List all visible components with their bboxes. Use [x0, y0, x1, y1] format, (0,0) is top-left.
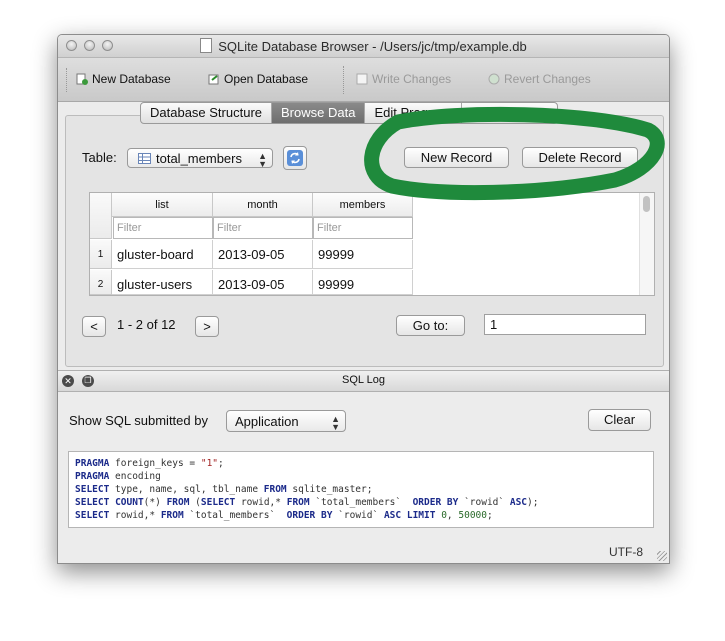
- open-database-icon: [208, 74, 219, 85]
- refresh-button[interactable]: [283, 146, 307, 170]
- table-select[interactable]: total_members ▲ ▼: [127, 148, 273, 169]
- tab-browse-data[interactable]: Browse Data: [272, 103, 366, 123]
- toolbar-separator: [343, 66, 345, 94]
- open-database-button[interactable]: Open Database: [208, 72, 308, 86]
- sql-log-line: SELECT type, name, sql, tbl_name FROM sq…: [75, 484, 373, 495]
- scrollbar-thumb[interactable]: [643, 196, 650, 212]
- table-cell[interactable]: 99999: [313, 240, 413, 269]
- table-cell[interactable]: 2013-09-05: [213, 270, 313, 295]
- column-header-month[interactable]: month: [213, 193, 313, 217]
- filter-input-month[interactable]: Filter: [213, 217, 313, 239]
- title-bar: SQLite Database Browser - /Users/jc/tmp/…: [58, 35, 669, 58]
- previous-page-button[interactable]: <: [82, 316, 106, 337]
- resize-grip[interactable]: [657, 551, 667, 561]
- filter-input-members[interactable]: Filter: [313, 217, 413, 239]
- chevron-down-icon: ▼: [331, 422, 340, 432]
- sql-log-line: SELECT rowid,* FROM `total_members` ORDE…: [75, 510, 493, 521]
- encoding-status: UTF-8: [609, 545, 643, 559]
- sql-log-title: SQL Log: [341, 374, 385, 386]
- sql-log-titlebar: ✕ ❐ SQL Log: [58, 370, 669, 392]
- show-sql-label: Show SQL submitted by: [69, 413, 208, 428]
- document-icon: [200, 38, 213, 53]
- sql-log-line: PRAGMA encoding: [75, 471, 161, 482]
- row-number[interactable]: 1: [90, 240, 112, 269]
- goto-button[interactable]: Go to:: [396, 315, 465, 336]
- clear-button[interactable]: Clear: [588, 409, 651, 431]
- tab-edit-pragmas[interactable]: Edit Pragmas: [365, 103, 463, 123]
- write-changes-icon: [356, 73, 368, 85]
- table-cell[interactable]: gluster-board: [112, 240, 213, 269]
- app-window: SQLite Database Browser - /Users/jc/tmp/…: [57, 34, 670, 564]
- tab-bar: Database Structure Browse Data Edit Pragma…: [140, 102, 559, 124]
- table-cell[interactable]: 2013-09-05: [213, 240, 313, 269]
- toolbar: New Database Open Database Write Changes…: [58, 58, 669, 102]
- page-info: 1 - 2 of 12: [117, 317, 176, 332]
- revert-changes-icon: [488, 73, 500, 85]
- vertical-scrollbar[interactable]: [639, 193, 654, 295]
- column-header-list[interactable]: list: [112, 193, 213, 217]
- tab-database-structure[interactable]: Database Structure: [141, 103, 273, 123]
- revert-changes-button[interactable]: Revert Changes: [488, 72, 591, 86]
- grid-corner: [90, 193, 112, 239]
- new-database-button[interactable]: New Database: [76, 72, 171, 86]
- goto-input[interactable]: 1: [484, 314, 646, 335]
- window-title: SQLite Database Browser - /Users/jc/tmp/…: [218, 39, 527, 54]
- sql-log-output[interactable]: PRAGMA foreign_keys = "1"; PRAGMA encodin…: [68, 451, 654, 528]
- sql-log-line: SELECT COUNT(*) FROM (SELECT rowid,* FRO…: [75, 497, 539, 508]
- row-number[interactable]: 2: [90, 270, 112, 295]
- new-record-button[interactable]: New Record: [404, 147, 509, 168]
- refresh-icon: [287, 150, 303, 166]
- browse-data-panel: Table: total_members ▲ ▼ New Record Dele…: [65, 115, 664, 367]
- column-header-members[interactable]: members: [313, 193, 413, 217]
- data-grid: list month members Filter Filter Filter …: [89, 192, 655, 296]
- sql-log-line: PRAGMA foreign_keys = "1";: [75, 458, 224, 469]
- table-cell[interactable]: 99999: [313, 270, 413, 295]
- next-page-button[interactable]: >: [195, 316, 219, 337]
- new-database-icon: [76, 73, 88, 85]
- chevron-down-icon: ▼: [258, 159, 267, 169]
- write-changes-button[interactable]: Write Changes: [356, 72, 451, 86]
- table-cell[interactable]: gluster-users: [112, 270, 213, 295]
- tab-execute-sql[interactable]: Execute SQL: [462, 103, 557, 123]
- table-icon: [138, 153, 151, 164]
- toolbar-grip: [66, 68, 69, 92]
- sql-source-select[interactable]: Application ▲ ▼: [226, 410, 346, 432]
- table-label: Table:: [82, 150, 117, 165]
- filter-input-list[interactable]: Filter: [113, 217, 213, 239]
- delete-record-button[interactable]: Delete Record: [522, 147, 638, 168]
